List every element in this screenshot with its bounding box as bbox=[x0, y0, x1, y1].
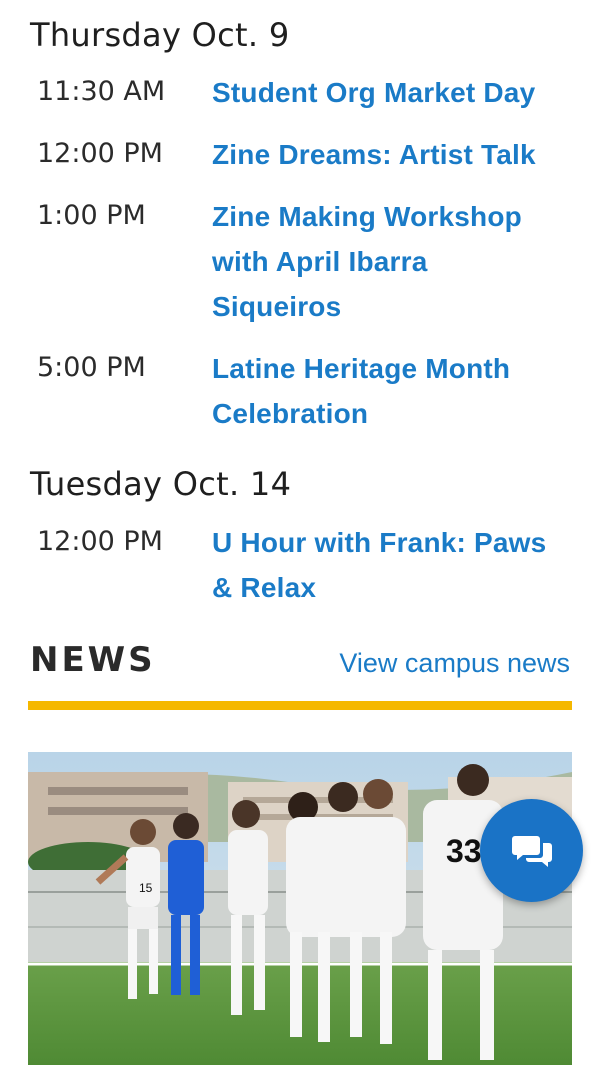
day-heading-tuesday: Tuesday Oct. 14 bbox=[30, 465, 292, 503]
event-link-zine-making-workshop[interactable]: Zine Making Workshop with April Ibarra S… bbox=[212, 194, 552, 329]
event-time: 11:30 AM bbox=[37, 76, 166, 107]
chat-button[interactable] bbox=[480, 799, 583, 902]
event-link-u-hour-with-frank[interactable]: U Hour with Frank: Paws & Relax bbox=[212, 520, 572, 610]
jersey-number: 33 bbox=[446, 833, 482, 869]
news-image-soccer-celebration[interactable]: 15 33 bbox=[28, 752, 572, 1065]
news-section-title: NEWS bbox=[30, 640, 156, 680]
soccer-photo-illustration: 15 33 bbox=[28, 752, 572, 1065]
chat-bubbles-icon bbox=[511, 835, 552, 867]
event-link-zine-dreams[interactable]: Zine Dreams: Artist Talk bbox=[212, 132, 572, 177]
event-link-latine-heritage-month[interactable]: Latine Heritage Month Celebration bbox=[212, 346, 542, 436]
event-time: 12:00 PM bbox=[37, 138, 163, 169]
view-campus-news-link[interactable]: View campus news bbox=[339, 648, 570, 679]
news-divider bbox=[28, 701, 572, 710]
event-time: 5:00 PM bbox=[37, 352, 146, 383]
event-time: 12:00 PM bbox=[37, 526, 163, 557]
event-time: 1:00 PM bbox=[37, 200, 146, 231]
jersey-number: 15 bbox=[139, 881, 153, 895]
day-heading-thursday: Thursday Oct. 9 bbox=[30, 16, 290, 54]
event-link-student-org-market-day[interactable]: Student Org Market Day bbox=[212, 70, 572, 115]
